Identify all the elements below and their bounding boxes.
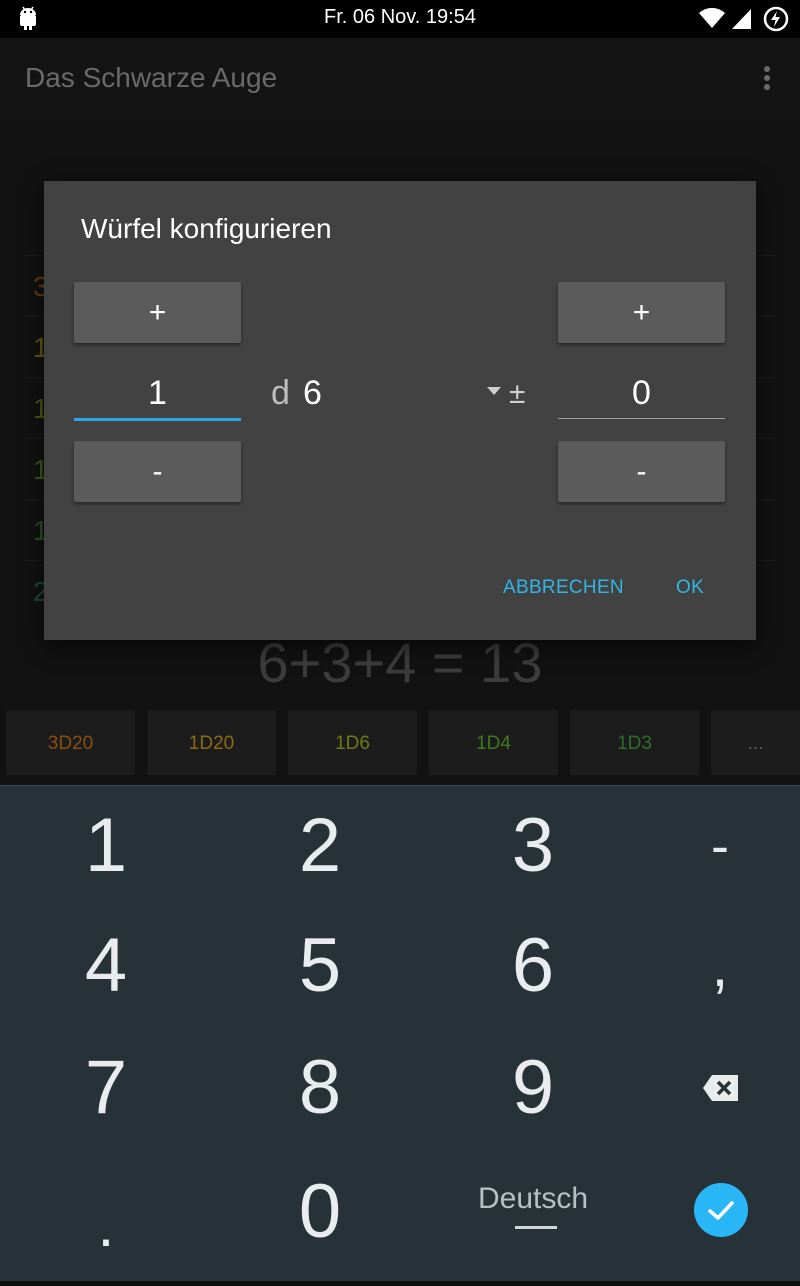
done-key[interactable] xyxy=(694,1183,748,1237)
numeric-keyboard: 1 2 3 - 4 5 6 , 7 8 9 . 0 Deutsch xyxy=(0,785,800,1281)
modifier-input[interactable]: 0 xyxy=(558,373,725,413)
spacebar-indicator xyxy=(515,1226,557,1229)
dice-count-input[interactable]: 1 xyxy=(74,373,241,413)
count-increment-button[interactable]: + xyxy=(74,282,241,343)
key-8[interactable]: 8 xyxy=(220,1028,420,1148)
sides-dropdown-arrow-icon[interactable] xyxy=(487,387,501,395)
key-comma[interactable]: , xyxy=(620,906,800,1026)
ok-button[interactable]: OK xyxy=(676,577,704,599)
modifier-increment-button[interactable]: + xyxy=(558,282,725,343)
checkmark-icon xyxy=(708,1201,734,1220)
dice-button-3d20[interactable]: 3D20 xyxy=(6,710,135,775)
dialog-title: Würfel konfigurieren xyxy=(81,213,332,244)
key-1[interactable]: 1 xyxy=(6,786,206,906)
status-time: Fr. 06 Nov. 19:54 xyxy=(324,6,476,28)
dice-button-1d6[interactable]: 1D6 xyxy=(288,710,417,775)
overflow-menu-icon[interactable] xyxy=(756,66,778,96)
count-decrement-button[interactable]: - xyxy=(74,441,241,502)
dice-button-more[interactable]: ... xyxy=(711,710,800,775)
status-bar: Fr. 06 Nov. 19:54 xyxy=(0,0,800,38)
key-9[interactable]: 9 xyxy=(433,1028,633,1148)
dice-button-1d4[interactable]: 1D4 xyxy=(429,710,558,775)
dice-count-underline xyxy=(74,418,241,421)
d-label: d xyxy=(271,374,290,412)
key-period[interactable]: . xyxy=(6,1152,206,1272)
key-minus[interactable]: - xyxy=(620,786,800,906)
key-0[interactable]: 0 xyxy=(220,1152,420,1272)
dice-sides-value[interactable]: 6 xyxy=(303,373,322,413)
key-4[interactable]: 4 xyxy=(6,906,206,1026)
plusminus-label: ± xyxy=(509,377,526,410)
dice-button-1d3[interactable]: 1D3 xyxy=(570,710,699,775)
cancel-button[interactable]: ABBRECHEN xyxy=(503,577,624,599)
language-key[interactable]: Deutsch xyxy=(433,1152,633,1272)
backspace-icon xyxy=(703,1075,738,1101)
configure-dice-dialog: Würfel konfigurieren + + 1 d 6 ± 0 - - A… xyxy=(44,181,756,640)
backspace-key[interactable] xyxy=(620,1028,800,1148)
app-title: Das Schwarze Auge xyxy=(25,62,278,93)
key-6[interactable]: 6 xyxy=(433,906,633,1026)
key-3[interactable]: 3 xyxy=(433,786,633,906)
dice-button-1d20[interactable]: 1D20 xyxy=(147,710,276,775)
language-label: Deutsch xyxy=(477,1182,589,1215)
modifier-underline xyxy=(558,418,725,419)
cell-signal-icon xyxy=(732,9,751,29)
modifier-decrement-button[interactable]: - xyxy=(558,441,725,502)
battery-charging-icon xyxy=(763,6,789,32)
key-7[interactable]: 7 xyxy=(6,1028,206,1148)
wifi-icon xyxy=(699,7,725,29)
key-5[interactable]: 5 xyxy=(220,906,420,1026)
app-bar: Das Schwarze Auge xyxy=(0,38,800,120)
key-2[interactable]: 2 xyxy=(220,786,420,906)
